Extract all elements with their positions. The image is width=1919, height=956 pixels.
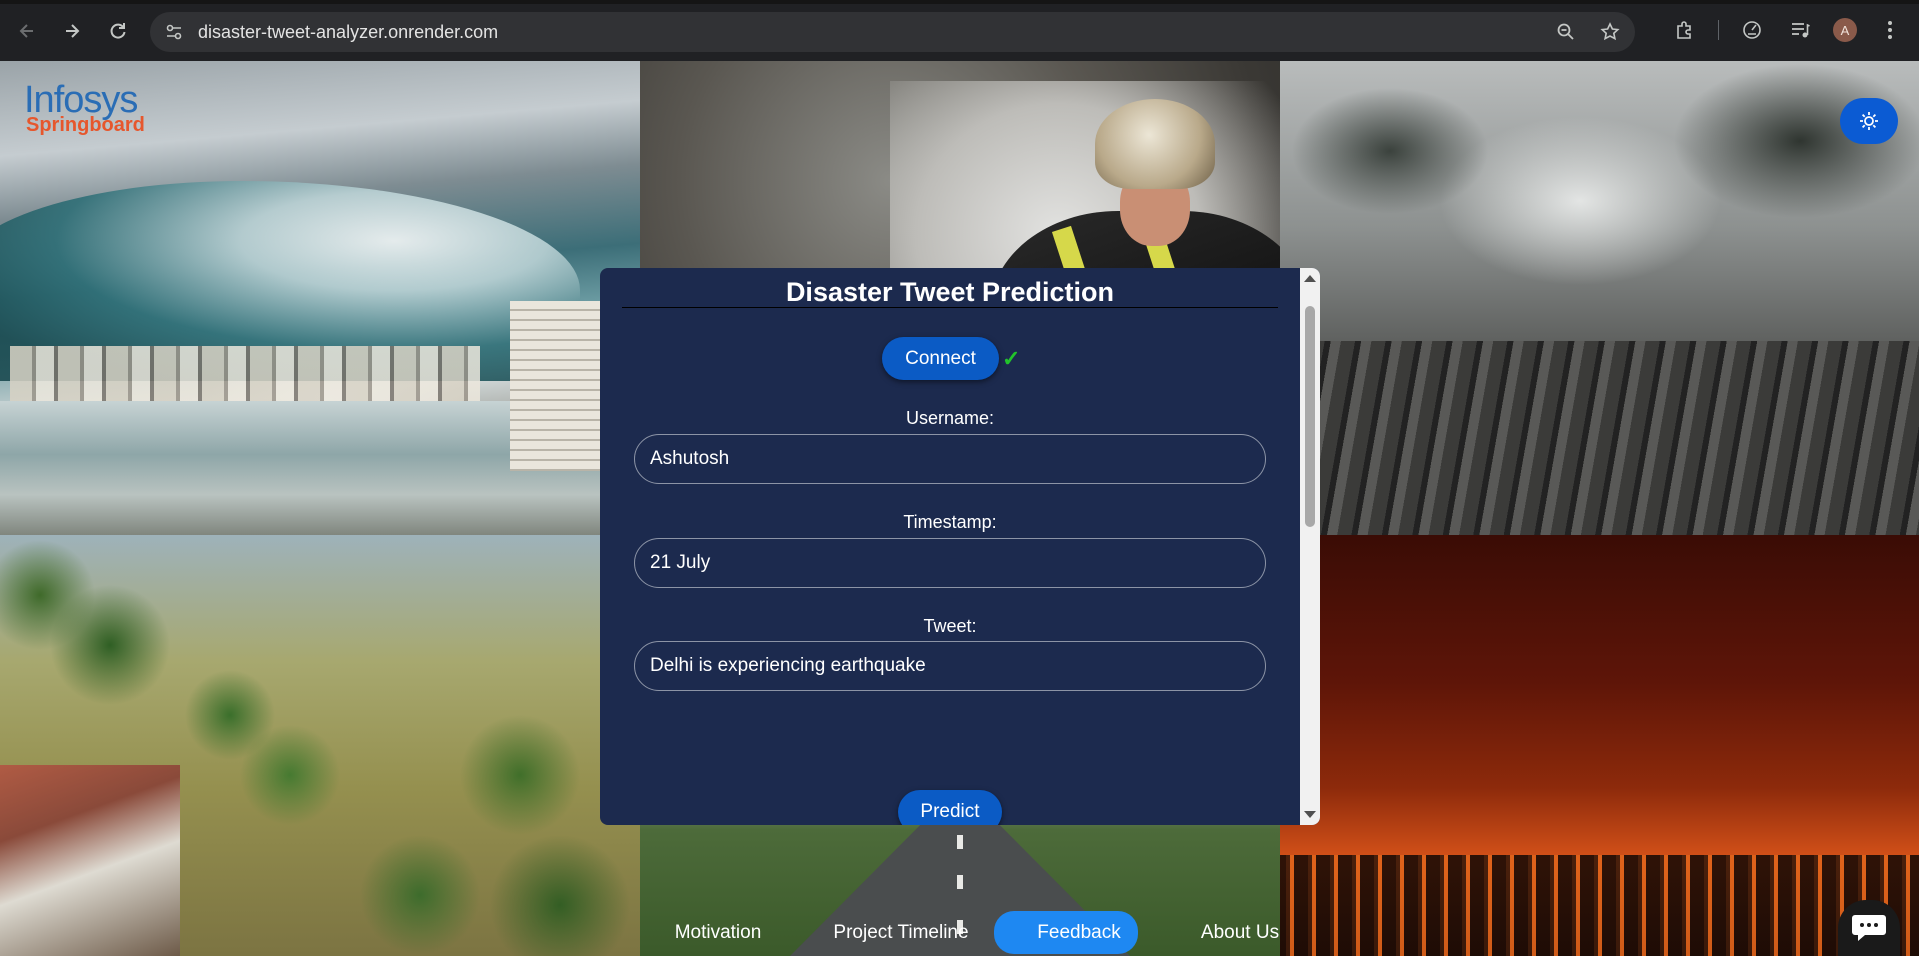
connect-button[interactable]: Connect bbox=[882, 337, 999, 380]
tweet-input[interactable]: Delhi is experiencing earthquake bbox=[634, 641, 1266, 691]
fire-ruins-image bbox=[1280, 61, 1919, 535]
arrow-right-icon bbox=[66, 24, 80, 38]
media-controls-button[interactable] bbox=[1785, 15, 1815, 45]
nav-motivation[interactable]: Motivation bbox=[650, 911, 786, 954]
sun-icon bbox=[1860, 112, 1878, 130]
tune-icon bbox=[166, 24, 182, 40]
back-button[interactable] bbox=[12, 16, 42, 46]
username-label: Username: bbox=[905, 408, 995, 428]
star-icon bbox=[1600, 22, 1620, 41]
address-bar[interactable]: disaster-tweet-analyzer.onrender.com bbox=[150, 12, 1635, 52]
prediction-form-panel: Disaster Tweet Prediction Connect ✓ User… bbox=[600, 268, 1320, 825]
scroll-down-arrow-icon[interactable] bbox=[1304, 811, 1316, 818]
title-divider bbox=[622, 307, 1278, 308]
flood-image bbox=[0, 535, 640, 956]
zoom-button[interactable] bbox=[1551, 17, 1581, 47]
tweet-label: Tweet: bbox=[923, 616, 977, 636]
profile-avatar[interactable]: A bbox=[1833, 18, 1857, 42]
connected-check-icon: ✓ bbox=[1002, 346, 1021, 371]
bookmark-button[interactable] bbox=[1595, 17, 1625, 47]
nav-feedback[interactable]: Feedback bbox=[994, 911, 1138, 954]
page-background: Infosys Springboard Disaster Tweet Predi… bbox=[0, 61, 1919, 956]
performance-button[interactable] bbox=[1737, 15, 1767, 45]
playlist-icon bbox=[1792, 23, 1810, 38]
forward-button[interactable] bbox=[57, 16, 87, 46]
theme-toggle-button[interactable] bbox=[1840, 98, 1898, 144]
tab-strip bbox=[0, 0, 1919, 4]
form-scrollbar[interactable] bbox=[1300, 268, 1320, 825]
chat-bubble-icon bbox=[1852, 915, 1886, 941]
username-input[interactable]: Ashutosh bbox=[634, 434, 1266, 484]
scroll-up-arrow-icon[interactable] bbox=[1304, 275, 1316, 282]
extensions-button[interactable] bbox=[1670, 15, 1700, 45]
infosys-springboard-logo: Infosys Springboard bbox=[24, 79, 145, 136]
url-text[interactable]: disaster-tweet-analyzer.onrender.com bbox=[198, 22, 498, 43]
form-title: Disaster Tweet Prediction bbox=[785, 277, 1115, 307]
kebab-menu-icon bbox=[1888, 21, 1892, 39]
reload-icon bbox=[110, 23, 126, 39]
nav-about-us[interactable]: About Us bbox=[1190, 911, 1290, 954]
scroll-thumb[interactable] bbox=[1305, 306, 1315, 527]
wildfire-image bbox=[1280, 535, 1919, 956]
gauge-icon bbox=[1743, 21, 1761, 39]
zoom-icon bbox=[1557, 23, 1574, 40]
nav-project-timeline[interactable]: Project Timeline bbox=[826, 911, 976, 954]
arrow-left-icon bbox=[19, 24, 33, 38]
toolbar-separator bbox=[1718, 20, 1719, 40]
chat-button[interactable] bbox=[1838, 900, 1900, 956]
browser-menu-button[interactable] bbox=[1875, 15, 1905, 45]
site-info-button[interactable] bbox=[154, 12, 194, 52]
timestamp-label: Timestamp: bbox=[903, 512, 997, 532]
predict-button[interactable]: Predict bbox=[898, 790, 1002, 825]
browser-toolbar: disaster-tweet-analyzer.onrender.com A bbox=[0, 0, 1919, 61]
timestamp-input[interactable]: 21 July bbox=[634, 538, 1266, 588]
footer-nav: Motivation Project Timeline Feedback Abo… bbox=[650, 911, 1290, 956]
puzzle-icon bbox=[1677, 21, 1691, 39]
reload-button[interactable] bbox=[103, 16, 133, 46]
